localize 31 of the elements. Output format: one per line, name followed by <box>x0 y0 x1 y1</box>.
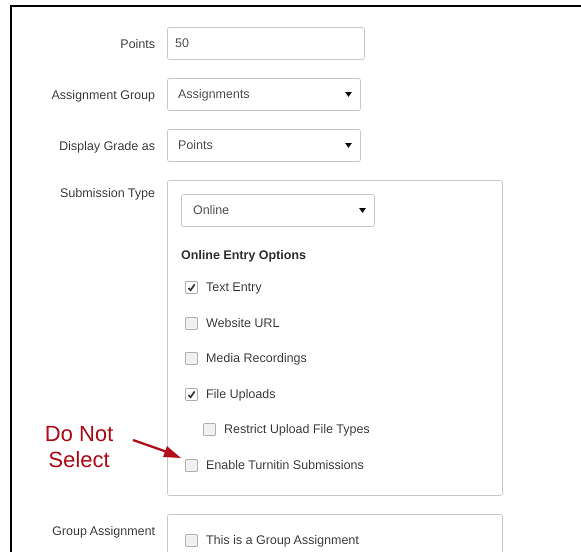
checkbox[interactable] <box>185 316 198 330</box>
option-label: Website URL <box>206 314 280 332</box>
caret-icon <box>345 143 352 148</box>
arrow-icon <box>132 437 182 461</box>
dropdown[interactable]: Online <box>181 194 375 227</box>
option-label: File Uploads <box>206 386 276 403</box>
dropdown[interactable]: Points <box>167 129 361 162</box>
checkbox[interactable] <box>185 534 198 548</box>
option-label: Restrict Upload File Types <box>224 421 370 438</box>
option-label: Media Recordings <box>206 350 307 368</box>
field-label: Submission Type <box>59 185 155 202</box>
checkbox[interactable] <box>185 458 198 472</box>
caret-icon <box>359 208 366 213</box>
section-heading: Online Entry Options <box>181 247 308 264</box>
field-label: Points <box>119 36 155 53</box>
option-label: Text Entry <box>206 279 262 296</box>
annotation-text: Do Not Select <box>44 421 114 473</box>
checkbox[interactable] <box>185 388 198 400</box>
dropdown[interactable]: Assignments <box>167 78 361 111</box>
field-label: Display Grade as <box>58 138 155 155</box>
field-label: Assignment Group <box>50 87 155 104</box>
caret-icon <box>345 92 352 97</box>
checkbox[interactable] <box>185 281 198 294</box>
field-label: Group Assignment <box>51 523 155 540</box>
option-label: Enable Turnitin Submissions <box>206 456 364 474</box>
check-icon <box>187 283 196 292</box>
option-label: This is a Group Assignment <box>206 532 359 550</box>
points-field[interactable]: 50 <box>167 27 365 60</box>
check-icon <box>187 390 196 398</box>
checkbox[interactable] <box>185 352 198 365</box>
checkbox[interactable] <box>203 423 216 436</box>
